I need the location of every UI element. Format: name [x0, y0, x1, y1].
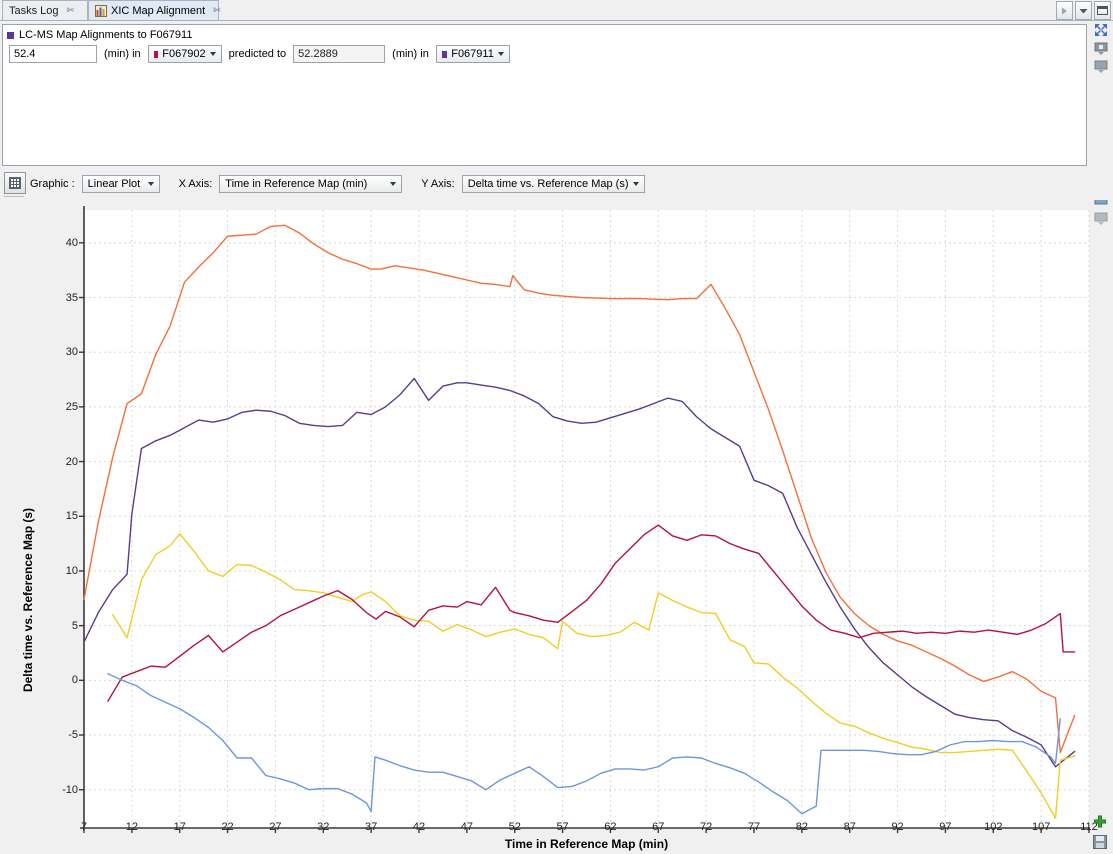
expand-icon[interactable]: [1093, 22, 1109, 38]
tab-xic-map-alignment[interactable]: XIC Map Alignment ✄: [88, 0, 219, 20]
x-tick-label: 77: [748, 821, 760, 833]
page-title: LC-MS Map Alignments to F067911: [19, 29, 192, 41]
footer-buttons: [1093, 815, 1111, 852]
x-axis-combo[interactable]: Time in Reference Map (min): [219, 175, 402, 193]
source-map-combo[interactable]: F067902: [148, 45, 222, 63]
source-map-label: F067902: [162, 48, 205, 60]
alignment-query-row: (min) in F067902 predicted to (min) in F…: [9, 45, 510, 63]
x-tick-label: 22: [221, 821, 233, 833]
x-tick-label: 62: [604, 821, 616, 833]
x-tick-label: 42: [413, 821, 425, 833]
target-map-marker: [442, 51, 447, 58]
xic-icon: [95, 5, 107, 17]
x-tick-label: 12: [126, 821, 138, 833]
scroll-right-icon[interactable]: [1056, 1, 1073, 20]
tab-controls: [1056, 1, 1111, 20]
close-icon[interactable]: ✄: [67, 5, 75, 16]
grid-icon[interactable]: [4, 172, 26, 194]
dock-top-icon[interactable]: [1093, 40, 1109, 56]
graphic-label: Graphic :: [30, 178, 75, 190]
graphic-type-combo[interactable]: Linear Plot: [82, 175, 160, 193]
unit-label-target: (min) in: [392, 48, 429, 60]
x-tick-label: 102: [984, 821, 1002, 833]
graphic-type-value: Linear Plot: [88, 178, 141, 190]
x-tick-label: 7: [81, 821, 87, 833]
x-tick-label: 72: [700, 821, 712, 833]
x-tick-label: 57: [556, 821, 568, 833]
predicted-time-input[interactable]: [293, 45, 385, 63]
tab-list-dropdown-icon[interactable]: [1075, 1, 1092, 20]
dock-icon-3[interactable]: [1093, 210, 1109, 226]
dock-bottom-icon[interactable]: [1093, 58, 1109, 74]
alignment-info-panel: LC-MS Map Alignments to F067911 (min) in…: [2, 24, 1087, 166]
right-dock-strip: [1089, 22, 1113, 854]
y-axis-value: Delta time vs. Reference Map (s): [468, 178, 629, 190]
graphic-controls: Graphic : Linear Plot X Axis: Time in Re…: [30, 175, 645, 193]
x-tick-label: 47: [461, 821, 473, 833]
x-axis-value: Time in Reference Map (min): [225, 178, 367, 190]
add-icon[interactable]: [1093, 815, 1111, 832]
chevron-down-icon: [210, 52, 216, 56]
chevron-down-icon: [390, 182, 396, 186]
x-tick-label: 97: [939, 821, 951, 833]
tab-label: Tasks Log: [9, 5, 59, 17]
predicted-to-label: predicted to: [229, 48, 286, 60]
target-map-combo[interactable]: F067911: [436, 45, 510, 63]
x-tick-label: 82: [796, 821, 808, 833]
graphic-toolbar: Graphic : Linear Plot X Axis: Time in Re…: [0, 170, 1113, 200]
source-time-input[interactable]: [9, 45, 97, 63]
y-axis-title: Delta time vs. Reference Map (s): [21, 508, 35, 692]
app-window: Tasks Log ✄ XIC Map Alignment ✄: [0, 0, 1113, 854]
x-tick-label: 32: [317, 821, 329, 833]
x-tick-label: 52: [509, 821, 521, 833]
tab-bar: Tasks Log ✄ XIC Map Alignment ✄: [0, 0, 1113, 21]
tab-label: XIC Map Alignment: [111, 5, 205, 17]
chart-container: -10-50510152025303540 712172227323742475…: [0, 200, 1090, 854]
y-axis-label: Y Axis:: [421, 178, 454, 190]
x-axis-ticks: 7 12 17 22 27 32 37 42 47 52 57 62 67 72 77 82 87 92 97 102…: [0, 200, 1090, 854]
x-tick-label: 37: [365, 821, 377, 833]
tab-tasks-log[interactable]: Tasks Log ✄: [2, 0, 88, 20]
x-tick-label: 87: [844, 821, 856, 833]
save-icon[interactable]: [1093, 835, 1111, 852]
alignment-title-row: LC-MS Map Alignments to F067911: [7, 29, 192, 41]
x-tick-label: 67: [652, 821, 664, 833]
chevron-down-icon: [498, 52, 504, 56]
close-icon[interactable]: ✄: [213, 5, 221, 16]
source-map-marker: [154, 51, 159, 58]
x-tick-label: 107: [1032, 821, 1050, 833]
chevron-down-icon: [148, 182, 154, 186]
title-marker: [7, 32, 14, 39]
x-tick-label: 92: [891, 821, 903, 833]
chevron-down-icon: [633, 182, 639, 186]
x-axis-title: Time in Reference Map (min): [84, 837, 1089, 851]
target-map-label: F067911: [451, 48, 494, 60]
x-tick-label: 17: [174, 821, 186, 833]
x-axis-label: X Axis:: [179, 178, 213, 190]
x-tick-label: 27: [269, 821, 281, 833]
unit-label-source: (min) in: [104, 48, 141, 60]
y-axis-combo[interactable]: Delta time vs. Reference Map (s): [462, 175, 645, 193]
divider: [4, 196, 24, 197]
maximize-icon[interactable]: [1094, 1, 1111, 20]
